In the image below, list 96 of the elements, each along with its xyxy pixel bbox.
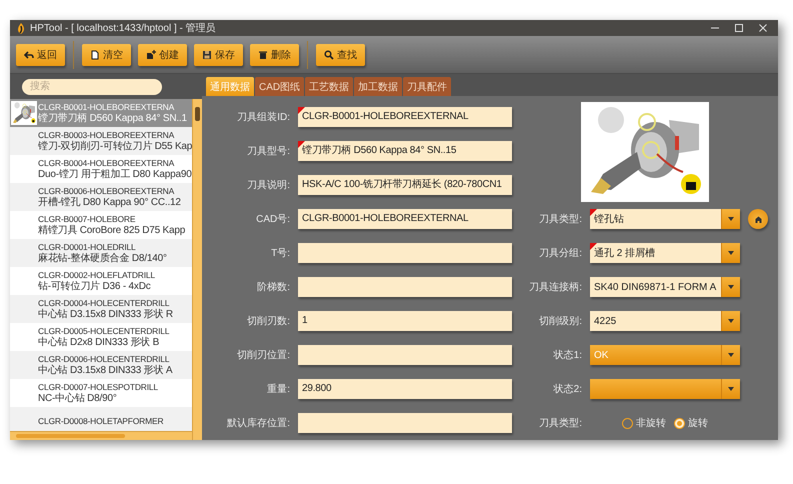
- item-code: CLGR-D0005-HOLECENTERDRILL: [38, 325, 170, 336]
- dropdown[interactable]: 通孔 2 排屑槽: [590, 243, 740, 263]
- field-label: 刀具型号:: [246, 144, 290, 158]
- toolbar-button[interactable]: 保存: [194, 44, 243, 66]
- field-label: 刀具连接柄:: [528, 280, 582, 294]
- save-icon: [202, 50, 212, 60]
- field-label: 刀具分组:: [538, 247, 582, 260]
- scrollbar[interactable]: [192, 99, 202, 440]
- dropdown[interactable]: [590, 379, 740, 399]
- text-field[interactable]: [298, 243, 512, 263]
- document-icon: [90, 50, 100, 60]
- item-code: CLGR-D0008-HOLETAPFORMER: [38, 415, 164, 427]
- radio-button[interactable]: [674, 418, 685, 428]
- document-plus-icon: [146, 50, 156, 60]
- caret-icon: [728, 251, 734, 255]
- item-code: CLGR-B0007-HOLEBORE: [38, 213, 136, 224]
- item-description: 镗刀带刀柄 D560 Kappa 84° SN..1: [38, 113, 187, 125]
- maximize-icon: [734, 23, 744, 33]
- toolbar-button[interactable]: 清空: [82, 44, 131, 66]
- item-code: CLGR-D0004-HOLECENTERDRILL: [38, 297, 170, 308]
- trash-icon: [258, 50, 268, 60]
- text-field[interactable]: 镗刀带刀柄 D560 Kappa 84° SN..15: [298, 141, 512, 161]
- caret-icon: [728, 353, 734, 357]
- list-item[interactable]: CLGR-D0008-HOLETAPFORMER: [10, 407, 192, 431]
- caret-icon: [728, 319, 734, 323]
- item-description: 钻-可转位刀片 D36 - 4xDc: [38, 281, 152, 293]
- house-icon: [754, 216, 762, 222]
- field-label: 刀具类型:: [538, 416, 582, 430]
- field-label: 状态1:: [552, 348, 582, 362]
- close-icon: [758, 23, 768, 33]
- toolbar-button[interactable]: 删除: [250, 44, 299, 66]
- field-label: 切削刃数:: [246, 314, 290, 328]
- dropdown[interactable]: SK40 DIN69871-1 FORM A: [590, 277, 740, 297]
- item-description: 中心钻 D3.15x8 DIN333 形状 R: [38, 309, 173, 321]
- list-item[interactable]: CLGR-B0006-HOLEBOREEXTERNA 开槽-镗孔 D80 Kappa 90° CC..12: [10, 183, 192, 211]
- toolbar-button[interactable]: 返回: [16, 44, 65, 66]
- caret-icon: [728, 217, 734, 221]
- text-field[interactable]: HSK-A/C 100-铣刀杆带刀柄延长 (820-780CN1: [298, 175, 512, 195]
- scrollbar[interactable]: [10, 431, 192, 440]
- item-code: CLGR-B0006-HOLEBOREEXTERNA: [38, 185, 176, 196]
- list-item[interactable]: CLGR-B0003-HOLEBOREEXTERNA 镗刀-双切削刃-可转位刀片 D55 Kap: [10, 127, 192, 155]
- field-label: 刀具类型:: [538, 212, 582, 226]
- tab[interactable]: 加工数据: [354, 77, 402, 96]
- radio-option[interactable]: 非旋转: [622, 416, 666, 430]
- list-item[interactable]: CLGR-D0006-HOLECENTERDRILL 中心钻 D3.15x8 DIN333 形状 A: [10, 351, 192, 379]
- window-title: HPTool - [ localhost:1433/hptool ] - 管理员: [30, 22, 216, 35]
- toolbar-button[interactable]: 创建: [138, 44, 187, 66]
- item-code: CLGR-D0001-HOLEDRILL: [38, 241, 137, 252]
- list-item[interactable]: CLGR-D0001-HOLEDRILL 麻花钻-整体硬质合金 D8/140°: [10, 239, 192, 267]
- back-arrow-icon: [24, 50, 34, 60]
- field-label: 状态2:: [552, 382, 582, 396]
- tab[interactable]: CAD图纸: [255, 77, 304, 96]
- item-description: 麻花钻-整体硬质合金 D8/140°: [38, 253, 167, 265]
- item-description: 精镗刀具 CoroBore 825 D75 Kapp: [38, 225, 186, 237]
- item-description: Duo-镗刀 用于粗加工 D80 Kappa90: [38, 169, 192, 181]
- field-label: T号:: [270, 247, 290, 260]
- toolbar-button[interactable]: 查找: [316, 44, 365, 66]
- field-label: 刀具说明:: [246, 179, 290, 192]
- field-label: 切削级别:: [538, 314, 582, 328]
- item-code: CLGR-D0002-HOLEFLATDRILL: [38, 269, 155, 280]
- item-code: CLGR-B0004-HOLEBOREEXTERNA: [38, 157, 176, 168]
- caret-icon: [728, 387, 734, 391]
- text-field[interactable]: [298, 413, 512, 433]
- field-label: 重量:: [266, 382, 290, 396]
- field-label: 阶梯数:: [256, 280, 290, 294]
- text-field[interactable]: [298, 345, 512, 365]
- round-button[interactable]: [748, 209, 768, 229]
- tab[interactable]: 工艺数据: [305, 77, 354, 96]
- radio-button[interactable]: [622, 418, 633, 428]
- field-label: 默认库存位置:: [226, 416, 290, 430]
- dropdown[interactable]: 镗孔钻: [590, 209, 740, 229]
- item-code: CLGR-B0001-HOLEBOREEXTERNA: [38, 101, 176, 112]
- item-description: 中心钻 D3.15x8 DIN333 形状 A: [38, 365, 172, 377]
- item-code: CLGR-D0007-HOLESPOTDRILL: [38, 381, 158, 392]
- text-field[interactable]: CLGR-B0001-HOLEBOREEXTERNAL: [298, 209, 512, 229]
- item-description: NC-中心钻 D8/90°: [38, 393, 118, 405]
- dropdown[interactable]: 4225: [590, 311, 740, 331]
- radio-option[interactable]: 旋转: [674, 416, 708, 430]
- flame-icon: [16, 22, 25, 34]
- text-field[interactable]: CLGR-B0001-HOLEBOREEXTERNAL: [298, 107, 512, 127]
- field-label: 切削刃位置:: [236, 348, 290, 362]
- item-description: 镗刀-双切削刃-可转位刀片 D55 Kap: [38, 141, 192, 153]
- item-code: CLGR-D0006-HOLECENTERDRILL: [38, 353, 170, 364]
- search-field[interactable]: 搜索: [22, 78, 162, 94]
- text-field[interactable]: 29.800: [298, 379, 512, 399]
- list-item[interactable]: CLGR-D0004-HOLECENTERDRILL 中心钻 D3.15x8 DIN333 形状 R: [10, 295, 192, 323]
- item-description: 开槽-镗孔 D80 Kappa 90° CC..12: [38, 197, 181, 209]
- text-field[interactable]: [298, 277, 512, 297]
- caret-icon: [728, 285, 734, 289]
- item-code: CLGR-B0003-HOLEBOREEXTERNA: [38, 129, 176, 140]
- tab[interactable]: 刀具配件: [403, 77, 452, 96]
- text-field[interactable]: 1: [298, 311, 512, 331]
- field-label: 刀具组装ID:: [236, 110, 290, 124]
- search-icon: [324, 50, 334, 60]
- item-description: 中心钻 D2x8 DIN333 形状 B: [38, 337, 160, 349]
- field-label: CAD号:: [255, 213, 290, 226]
